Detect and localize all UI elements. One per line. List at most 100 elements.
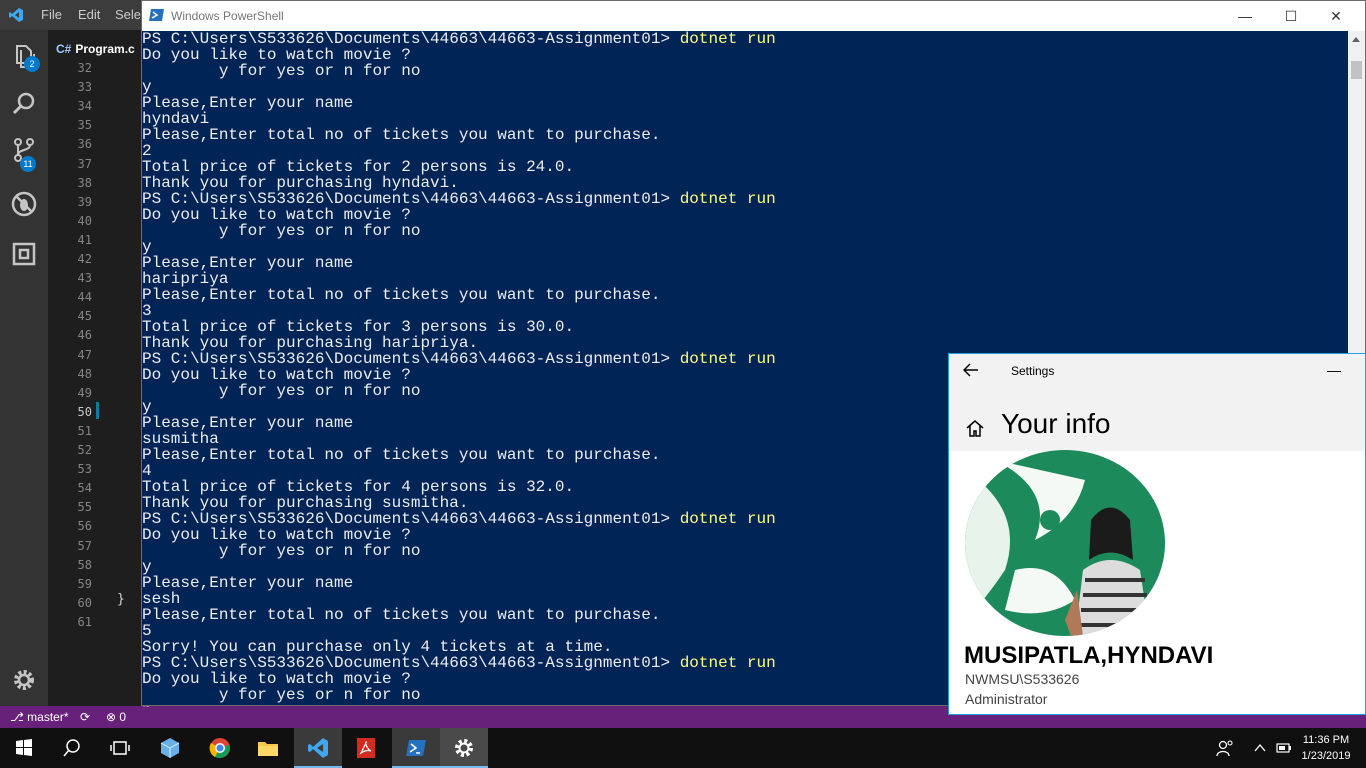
console-text: Please,Enter total no of tickets you wan… — [142, 446, 661, 464]
line-number: 41 — [77, 232, 92, 247]
modified-line-marker — [96, 402, 99, 419]
taskbar-powershell[interactable] — [392, 728, 440, 768]
taskbar-app-cube[interactable] — [146, 728, 194, 768]
clock-time: 11:36 PM — [1302, 734, 1350, 746]
powershell-icon — [406, 740, 426, 756]
app-cube-icon — [160, 738, 180, 758]
line-number: 37 — [77, 156, 92, 171]
vscode-logo-icon — [9, 8, 23, 22]
console-text: n — [142, 702, 152, 707]
close-button[interactable]: ✕ — [1313, 1, 1359, 31]
taskbar-clock[interactable]: 11:36 PM 1/23/2019 — [1290, 732, 1362, 764]
console-text: y for yes or n for no — [142, 382, 421, 400]
settings-minimize-button[interactable]: — — [1327, 354, 1341, 388]
line-number: 52 — [77, 443, 92, 457]
line-number: 49 — [77, 385, 92, 400]
console-line: Thank you for purchasing haripriya. — [142, 335, 1342, 351]
settings-title: Settings — [1011, 364, 1055, 378]
console-text: Please,Enter total no of tickets you wan… — [142, 286, 661, 304]
menu-file[interactable]: File — [41, 0, 62, 30]
back-arrow-icon[interactable] — [963, 361, 979, 379]
menu-edit[interactable]: Edit — [78, 0, 100, 30]
line-number: 54 — [77, 481, 92, 496]
line-number: 35 — [77, 118, 92, 133]
taskbar-search-button[interactable] — [48, 728, 96, 768]
console-command: dotnet run — [679, 31, 776, 48]
console-text: Please,Enter total no of tickets you wan… — [142, 126, 661, 144]
powershell-icon — [149, 9, 164, 21]
people-icon[interactable] — [1216, 739, 1234, 757]
file-explorer-icon — [258, 742, 278, 756]
taskbar-file-explorer[interactable] — [244, 728, 292, 768]
sync-icon[interactable]: ⟳ — [80, 706, 90, 728]
settings-titlebar[interactable]: Settings — — [949, 354, 1365, 388]
editor-tab-program[interactable]: C# Program.c — [56, 38, 135, 60]
line-number: 32 — [77, 61, 92, 75]
console-command: dotnet run — [679, 510, 776, 528]
console-line: y — [142, 79, 1342, 95]
console-text: y for yes or n for no — [142, 222, 421, 240]
console-command: dotnet run — [679, 190, 776, 208]
console-line: Please,Enter your name — [142, 255, 1342, 271]
settings-icon — [455, 739, 473, 757]
minimize-button[interactable]: — — [1222, 1, 1268, 31]
console-line: Do you like to watch movie ? — [142, 47, 1342, 63]
console-text: Please,Enter total no of tickets you wan… — [142, 606, 661, 624]
branch-label: master* — [27, 710, 69, 724]
task-view-button[interactable] — [96, 728, 144, 768]
search-icon[interactable] — [10, 90, 38, 118]
start-icon — [16, 739, 32, 756]
line-number: 34 — [77, 99, 92, 114]
line-number: 38 — [77, 175, 92, 190]
console-command: dotnet run — [679, 350, 776, 368]
line-number: 48 — [77, 366, 92, 381]
scroll-up-arrow-icon[interactable] — [1352, 37, 1360, 42]
line-number: 40 — [77, 213, 92, 228]
task-view-icon — [110, 741, 130, 755]
scrollbar-thumb[interactable] — [1351, 61, 1362, 79]
scm-badge: 11 — [20, 156, 36, 172]
manage-gear-icon[interactable] — [10, 666, 38, 694]
console-line: y — [142, 239, 1342, 255]
chevron-up-icon[interactable] — [1253, 741, 1267, 755]
code-closing-brace: } — [117, 592, 125, 607]
home-icon[interactable] — [965, 418, 985, 438]
console-line: 3 — [142, 303, 1342, 319]
menu-selection[interactable]: Sele — [115, 0, 141, 30]
chrome-icon — [209, 738, 230, 759]
avatar — [965, 450, 1165, 636]
explorer-badge: 2 — [24, 56, 40, 72]
taskbar-settings[interactable] — [440, 728, 488, 768]
console-line: PS C:\Users\S533626\Documents\44663\4466… — [142, 31, 1342, 47]
errors-count: 0 — [119, 710, 127, 724]
taskbar-vscode[interactable] — [294, 728, 342, 768]
taskbar-chrome[interactable] — [196, 728, 244, 768]
console-line: haripriya — [142, 271, 1342, 287]
debug-icon[interactable] — [10, 190, 38, 218]
vscode-icon — [308, 738, 328, 758]
errors-indicator[interactable]: ⊗ 0 — [106, 706, 126, 728]
console-line: 2 — [142, 143, 1342, 159]
extensions-icon[interactable] — [10, 240, 38, 268]
console-line: Please,Enter total no of tickets you wan… — [142, 127, 1342, 143]
line-number: 39 — [77, 194, 92, 209]
search-icon — [63, 739, 80, 757]
maximize-button[interactable]: ☐ — [1268, 1, 1314, 31]
console-line: y for yes or n for no — [142, 223, 1342, 239]
taskbar-acrobat[interactable] — [342, 728, 390, 768]
console-line: Do you like to watch movie ? — [142, 207, 1342, 223]
start-button[interactable] — [0, 728, 48, 768]
page-title: Your info — [1001, 408, 1111, 439]
powershell-titlebar[interactable]: Windows PowerShell — ☐ ✕ — [142, 1, 1365, 31]
settings-header: Your info — [949, 388, 1365, 451]
line-number: 45 — [77, 309, 92, 324]
console-text: y for yes or n for no — [142, 686, 421, 704]
line-number: 57 — [77, 538, 92, 553]
git-branch-indicator[interactable]: ⎇ master* — [10, 706, 69, 728]
line-number: 56 — [77, 519, 92, 534]
console-text: y for yes or n for no — [142, 542, 421, 560]
settings-window[interactable]: Settings — Your info MUSIPATLA,HYNDAVI N… — [948, 353, 1366, 715]
line-number: 53 — [77, 462, 92, 477]
line-number: 51 — [77, 423, 92, 438]
clock-date: 1/23/2019 — [1301, 750, 1351, 762]
